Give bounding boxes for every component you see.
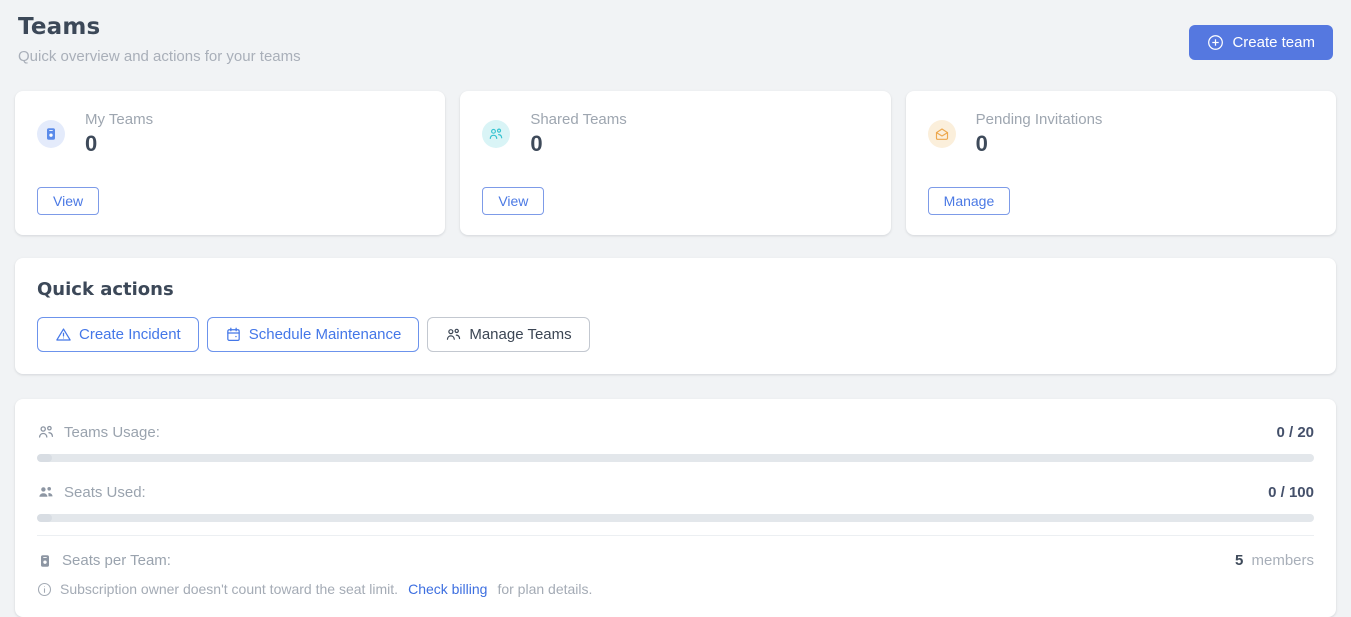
warning-icon	[55, 326, 72, 343]
group-icon	[482, 120, 510, 148]
calendar-icon	[225, 326, 242, 343]
seats-per-team-label: Seats per Team:	[62, 552, 171, 569]
seats-used-progress-fill	[37, 514, 52, 522]
seats-per-team-unit: members	[1251, 552, 1314, 569]
badge-icon	[37, 553, 53, 569]
group-icon	[445, 326, 462, 343]
usage-panel: Teams Usage: 0 / 20 Seats Used: 0 / 100	[15, 399, 1336, 617]
manage-teams-button[interactable]: Manage Teams	[427, 317, 589, 352]
seats-per-team-row: Seats per Team: 5 members	[37, 544, 1314, 571]
card-top: My Teams 0	[37, 111, 423, 157]
teams-usage-progressbar	[37, 454, 1314, 462]
my-teams-card: My Teams 0 View	[15, 91, 445, 235]
seat-limit-note: Subscription owner doesn't count toward …	[37, 581, 1314, 597]
teams-usage-label: Teams Usage:	[64, 424, 160, 441]
create-team-label: Create team	[1232, 34, 1315, 51]
group-filled-icon	[37, 483, 55, 501]
card-text: Shared Teams 0	[530, 111, 626, 157]
usage-divider	[37, 535, 1314, 536]
teams-usage-row: Teams Usage: 0 / 20	[37, 415, 1314, 443]
card-top: Pending Invitations 0	[928, 111, 1314, 157]
plus-circle-icon	[1207, 34, 1224, 51]
card-text: Pending Invitations 0	[976, 111, 1103, 157]
seats-used-value: 0 / 100	[1268, 484, 1314, 501]
teams-usage-progress-fill	[37, 454, 52, 462]
pending-invitations-card: Pending Invitations 0 Manage	[906, 91, 1336, 235]
quick-actions-panel: Quick actions Create Incident	[15, 258, 1336, 374]
card-label: Pending Invitations	[976, 111, 1103, 128]
badge-icon	[37, 120, 65, 148]
page-header: Teams Quick overview and actions for you…	[15, 12, 1336, 65]
seats-used-label-wrap: Seats Used:	[37, 483, 146, 501]
view-shared-teams-button[interactable]: View	[482, 187, 544, 215]
note-text: Subscription owner doesn't count toward …	[60, 581, 398, 597]
teams-page: Teams Quick overview and actions for you…	[0, 0, 1351, 617]
card-top: Shared Teams 0	[482, 111, 868, 157]
card-value: 0	[530, 131, 626, 157]
check-billing-link[interactable]: Check billing	[408, 581, 487, 597]
view-my-teams-button[interactable]: View	[37, 187, 99, 215]
manage-teams-label: Manage Teams	[469, 326, 571, 343]
seats-used-row: Seats Used: 0 / 100	[37, 475, 1314, 503]
card-label: Shared Teams	[530, 111, 626, 128]
quick-actions-heading: Quick actions	[37, 279, 1314, 300]
page-subtitle: Quick overview and actions for your team…	[18, 48, 301, 65]
create-incident-button[interactable]: Create Incident	[37, 317, 199, 352]
mail-open-icon	[928, 120, 956, 148]
create-incident-label: Create Incident	[79, 326, 181, 343]
page-header-text: Teams Quick overview and actions for you…	[18, 14, 301, 65]
seats-per-team-value: 5 members	[1235, 552, 1314, 569]
seats-used-progressbar	[37, 514, 1314, 522]
card-text: My Teams 0	[85, 111, 153, 157]
shared-teams-card: Shared Teams 0 View	[460, 91, 890, 235]
schedule-maintenance-label: Schedule Maintenance	[249, 326, 402, 343]
card-label: My Teams	[85, 111, 153, 128]
teams-usage-label-wrap: Teams Usage:	[37, 423, 160, 441]
seats-used-label: Seats Used:	[64, 484, 146, 501]
note-suffix: for plan details.	[497, 581, 592, 597]
card-value: 0	[976, 131, 1103, 157]
seats-per-team-label-wrap: Seats per Team:	[37, 552, 171, 569]
info-icon	[37, 582, 52, 597]
teams-usage-value: 0 / 20	[1276, 424, 1314, 441]
schedule-maintenance-button[interactable]: Schedule Maintenance	[207, 317, 420, 352]
stat-cards-row: My Teams 0 View Shared Teams	[15, 91, 1336, 235]
group-outline-icon	[37, 423, 55, 441]
manage-invitations-button[interactable]: Manage	[928, 187, 1011, 215]
page-title: Teams	[18, 14, 301, 40]
quick-actions-row: Create Incident Schedule Maintenance	[37, 317, 1314, 352]
create-team-button[interactable]: Create team	[1189, 25, 1333, 60]
card-value: 0	[85, 131, 153, 157]
seats-per-team-number: 5	[1235, 552, 1243, 569]
